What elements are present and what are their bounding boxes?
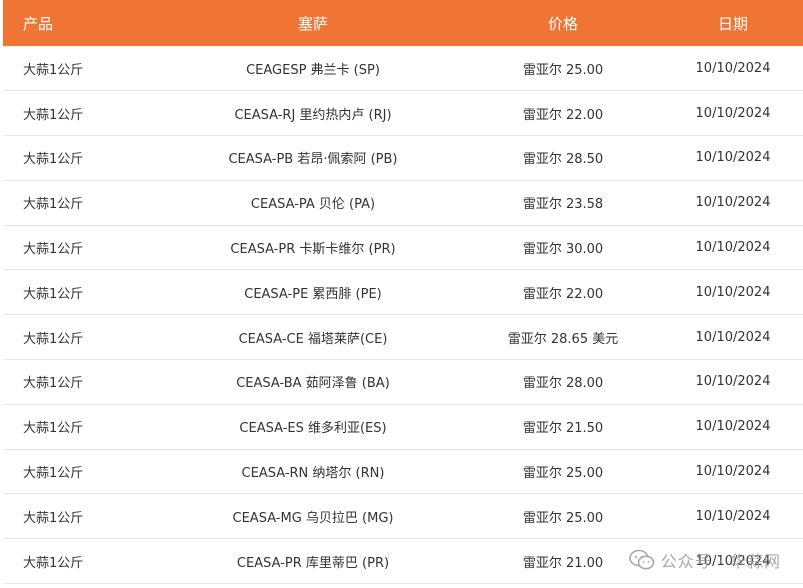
- cell-price: 雷亚尔 25.00: [522, 466, 604, 482]
- cell-product: 大蒜1公斤: [23, 510, 84, 526]
- cell-price: 雷亚尔 21.50: [522, 421, 604, 437]
- cell-product: 大蒜1公斤: [23, 376, 84, 392]
- cell-date: 10/10/2024: [695, 195, 771, 211]
- table-row: 大蒜1公斤 CEAGESP 弗兰卡 (SP) 雷亚尔 25.00 10/10/2…: [3, 46, 803, 91]
- cell-market: CEASA-PA 贝伦 (PA): [250, 197, 376, 213]
- cell-market: CEASA-PR 卡斯卡维尔 (PR): [230, 242, 396, 258]
- watermark: 公众号 · 华蒜网: [628, 548, 781, 572]
- watermark-text: 公众号 · 华蒜网: [660, 552, 781, 571]
- cell-product: 大蒜1公斤: [23, 107, 84, 123]
- table-row: 大蒜1公斤 CEASA-PA 贝伦 (PA) 雷亚尔 23.58 10/10/2…: [3, 180, 803, 226]
- cell-date: 10/10/2024: [695, 105, 771, 121]
- cell-date: 10/10/2024: [695, 240, 771, 256]
- cell-product: 大蒜1公斤: [23, 197, 84, 213]
- cell-product: 大蒜1公斤: [23, 62, 84, 78]
- cell-market: CEASA-PR 库里蒂巴 (PR): [236, 555, 390, 571]
- cell-market: CEAGESP 弗兰卡 (SP): [246, 62, 380, 78]
- price-table-page: 产品 塞萨 价格 日期 大蒜1公斤 CEAGESP 弗兰卡 (SP) 雷亚尔 2…: [0, 0, 803, 588]
- cell-date: 10/10/2024: [695, 60, 771, 76]
- cell-market: CEASA-BA 茹阿泽鲁 (BA): [236, 376, 390, 392]
- table-row: 大蒜1公斤 CEASA-RN 纳塔尔 (RN) 雷亚尔 25.00 10/10/…: [3, 449, 803, 494]
- table-row: 大蒜1公斤 CEASA-PR 卡斯卡维尔 (PR) 雷亚尔 30.00 10/1…: [3, 225, 803, 270]
- header-date[interactable]: 日期: [663, 0, 803, 46]
- table-row: 大蒜1公斤 CEASA-MG 乌贝拉巴 (MG) 雷亚尔 25.00 10/10…: [3, 494, 803, 539]
- table-row: 大蒜1公斤 CEASA-ES 维多利亚(ES) 雷亚尔 21.50 10/10/…: [3, 404, 803, 450]
- cell-product: 大蒜1公斤: [23, 466, 84, 482]
- cell-market: CEASA-CE 福塔莱萨(CE): [238, 331, 388, 347]
- cell-market: CEASA-PB 若昂·佩索阿 (PB): [228, 152, 398, 168]
- cell-product: 大蒜1公斤: [23, 421, 84, 437]
- cell-product: 大蒜1公斤: [23, 555, 84, 571]
- table-row: 大蒜1公斤 CEASA-PE 累西腓 (PE) 雷亚尔 22.00 10/10/…: [3, 270, 803, 315]
- cell-product: 大蒜1公斤: [23, 152, 84, 168]
- cell-price: 雷亚尔 28.00: [522, 376, 604, 392]
- wechat-icon: [628, 549, 655, 570]
- price-table: 产品 塞萨 价格 日期 大蒜1公斤 CEAGESP 弗兰卡 (SP) 雷亚尔 2…: [3, 0, 803, 584]
- cell-price: 雷亚尔 22.00: [522, 286, 604, 302]
- cell-date: 10/10/2024: [695, 464, 771, 480]
- table-row: 大蒜1公斤 CEASA-CE 福塔莱萨(CE) 雷亚尔 28.65 美元 10/…: [3, 315, 803, 360]
- header-product[interactable]: 产品: [3, 0, 163, 46]
- table-header: 产品 塞萨 价格 日期: [3, 0, 803, 46]
- cell-price: 雷亚尔 23.58: [522, 197, 604, 213]
- table-row: 大蒜1公斤 CEASA-PB 若昂·佩索阿 (PB) 雷亚尔 28.50 10/…: [3, 136, 803, 181]
- cell-price: 雷亚尔 28.65 美元: [507, 331, 619, 347]
- header-price[interactable]: 价格: [463, 0, 663, 46]
- cell-market: CEASA-RJ 里约热内卢 (RJ): [234, 107, 392, 123]
- cell-product: 大蒜1公斤: [23, 331, 84, 347]
- cell-market: CEASA-ES 维多利亚(ES): [239, 421, 387, 437]
- cell-price: 雷亚尔 22.00: [522, 107, 604, 123]
- cell-product: 大蒜1公斤: [23, 286, 84, 302]
- cell-product: 大蒜1公斤: [23, 242, 84, 258]
- cell-date: 10/10/2024: [695, 284, 771, 300]
- header-row: 产品 塞萨 价格 日期: [3, 0, 803, 46]
- cell-price: 雷亚尔 25.00: [522, 62, 604, 78]
- cell-date: 10/10/2024: [695, 374, 771, 390]
- cell-market: CEASA-MG 乌贝拉巴 (MG): [232, 510, 394, 526]
- cell-price: 雷亚尔 30.00: [522, 242, 604, 258]
- header-market[interactable]: 塞萨: [163, 0, 463, 46]
- table-row: 大蒜1公斤 CEASA-BA 茹阿泽鲁 (BA) 雷亚尔 28.00 10/10…: [3, 360, 803, 405]
- cell-price: 雷亚尔 25.00: [522, 510, 604, 526]
- cell-market: CEASA-PE 累西腓 (PE): [244, 286, 382, 302]
- cell-date: 10/10/2024: [695, 419, 771, 435]
- table-row: 大蒜1公斤 CEASA-RJ 里约热内卢 (RJ) 雷亚尔 22.00 10/1…: [3, 91, 803, 136]
- table-body: 大蒜1公斤 CEAGESP 弗兰卡 (SP) 雷亚尔 25.00 10/10/2…: [3, 46, 803, 584]
- cell-date: 10/10/2024: [695, 150, 771, 166]
- cell-market: CEASA-RN 纳塔尔 (RN): [241, 466, 385, 482]
- cell-date: 10/10/2024: [695, 329, 771, 345]
- cell-date: 10/10/2024: [695, 508, 771, 524]
- cell-price: 雷亚尔 28.50: [522, 152, 604, 168]
